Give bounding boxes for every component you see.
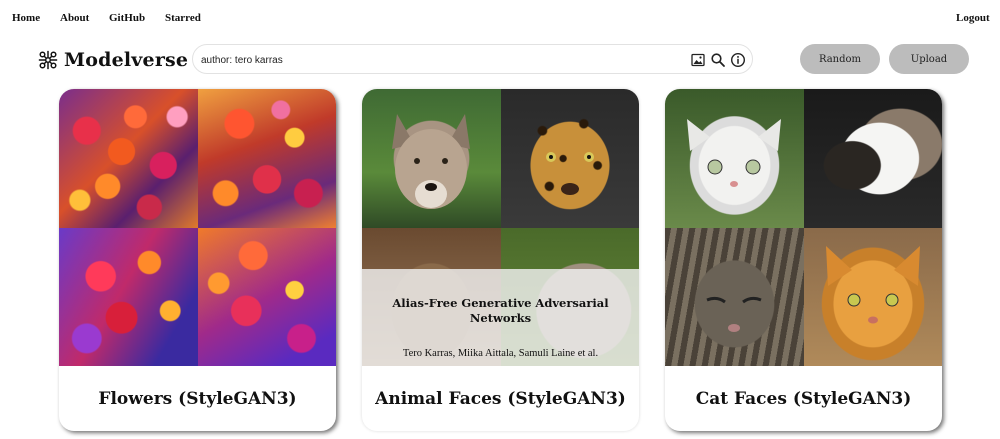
nav-github-link[interactable]: GitHub [109,12,145,24]
wolf-face [392,114,470,209]
card-title: Animal Faces (StyleGAN3) [375,388,626,409]
info-icon[interactable] [730,52,746,68]
card-image-grid [665,89,942,366]
search-icon[interactable] [710,52,726,68]
random-button[interactable]: Random [800,44,880,74]
search-input[interactable] [201,51,681,69]
sample-image [665,89,804,228]
model-card-animal-faces[interactable]: Alias-Free Generative Adversarial Networ… [362,89,639,431]
sample-image [197,227,336,366]
sample-image [59,227,198,366]
brand-name: Modelverse [64,49,189,71]
white-cat-face [687,119,781,187]
nav-home-link[interactable]: Home [12,12,40,24]
card-title: Flowers (StyleGAN3) [98,388,297,409]
sample-image [500,89,639,228]
paper-authors: Tero Karras, Miika Aittala, Samuli Laine… [402,348,599,359]
nav-starred-link[interactable]: Starred [165,12,201,24]
search-bar [192,44,753,74]
sample-image [803,89,942,228]
sample-image [362,89,501,228]
card-title: Cat Faces (StyleGAN3) [695,388,912,409]
nav-about-link[interactable]: About [60,12,89,24]
sample-image [59,89,198,228]
sample-image [197,89,336,228]
orange-cat-face [825,245,920,323]
leopard-face [545,152,594,195]
model-card-cat-faces[interactable]: Cat Faces (StyleGAN3) [665,89,942,431]
upload-button[interactable]: Upload [889,44,969,74]
card-image-grid [59,89,336,366]
brand-logo[interactable]: Modelverse [37,46,188,74]
nav-logout-link[interactable]: Logout [956,12,990,24]
model-grid-icon [38,50,58,70]
paper-title: Alias-Free Generative Adversarial Networ… [392,296,609,325]
top-nav: Home About GitHub Starred Logout [0,0,1000,38]
tabby-cat-face [706,296,762,332]
image-search-icon[interactable] [690,52,706,68]
sample-image [803,227,942,366]
sample-image [665,227,804,366]
model-card-flowers[interactable]: Flowers (StyleGAN3) [59,89,336,431]
